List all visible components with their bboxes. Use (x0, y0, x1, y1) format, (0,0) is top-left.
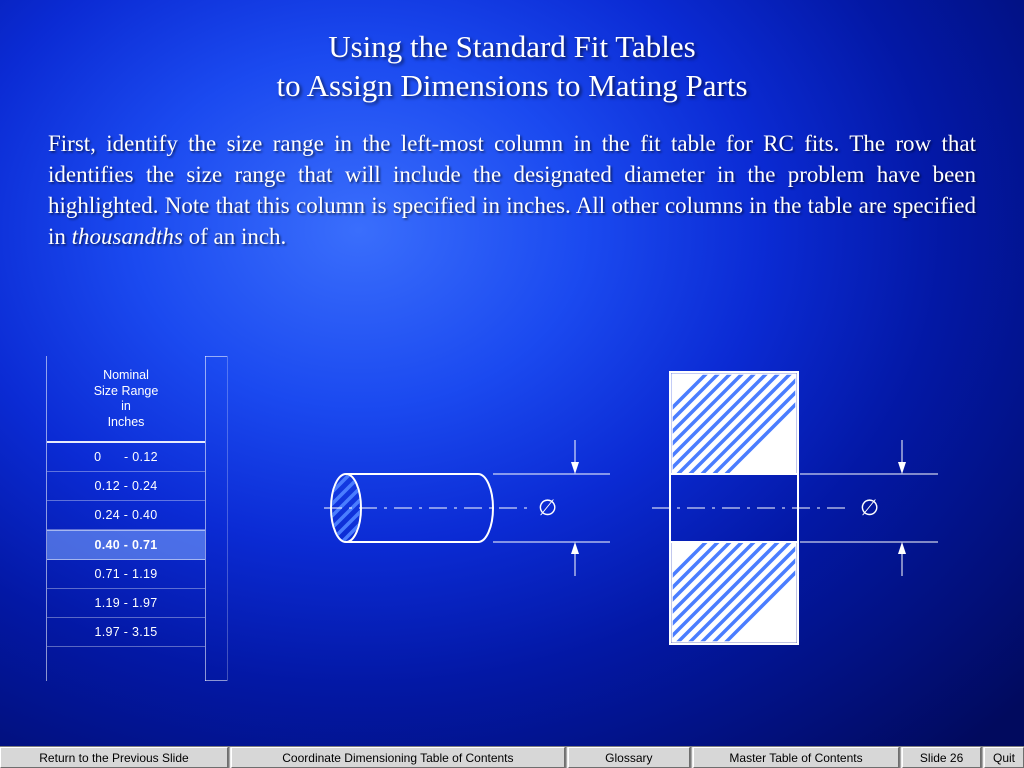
size-range-table: Nominal Size Range in Inches 0 - 0.12 0.… (46, 356, 206, 681)
dimension-arrow-icon (571, 440, 579, 576)
body-text-em: thousandths (72, 224, 183, 249)
slide-title: Using the Standard Fit Tables to Assign … (0, 0, 1024, 106)
size-table-header-l4: Inches (108, 415, 145, 429)
engineering-diagram: ∅ (300, 370, 980, 680)
size-table-header-l2: Size Range (94, 384, 159, 398)
glossary-button[interactable]: Glossary (568, 747, 690, 768)
size-row-highlight: 0.40 - 0.71 (47, 530, 205, 560)
title-line-1: Using the Standard Fit Tables (328, 29, 696, 64)
coord-toc-button[interactable]: Coordinate Dimensioning Table of Content… (231, 747, 565, 768)
slide-number-button[interactable]: Slide 26 (902, 747, 981, 768)
dimension-arrow-icon (898, 440, 906, 576)
size-row: 0.24 - 0.40 (47, 501, 205, 530)
diameter-symbol-icon: ∅ (538, 495, 557, 520)
quit-button[interactable]: Quit (984, 747, 1024, 768)
hole-section-drawing: ∅ (650, 260, 938, 718)
title-line-2: to Assign Dimensions to Mating Parts (276, 68, 747, 103)
size-row: 1.19 - 1.97 (47, 589, 205, 618)
size-row: 0.71 - 1.19 (47, 560, 205, 589)
size-table-header-l1: Nominal (103, 368, 149, 382)
shaft-drawing: ∅ (315, 432, 610, 576)
size-table-header: Nominal Size Range in Inches (47, 362, 205, 443)
size-row: 0.12 - 0.24 (47, 472, 205, 501)
slide: Using the Standard Fit Tables to Assign … (0, 0, 1024, 768)
body-text-b: of an inch. (183, 224, 286, 249)
return-previous-button[interactable]: Return to the Previous Slide (0, 747, 228, 768)
size-table-header-l3: in (121, 399, 131, 413)
diameter-symbol-icon: ∅ (860, 495, 879, 520)
nav-bar: Return to the Previous Slide Coordinate … (0, 746, 1024, 768)
size-row: 1.97 - 3.15 (47, 618, 205, 647)
master-toc-button[interactable]: Master Table of Contents (693, 747, 899, 768)
size-row: 0 - 0.12 (47, 443, 205, 472)
body-paragraph: First, identify the size range in the le… (0, 106, 1024, 252)
